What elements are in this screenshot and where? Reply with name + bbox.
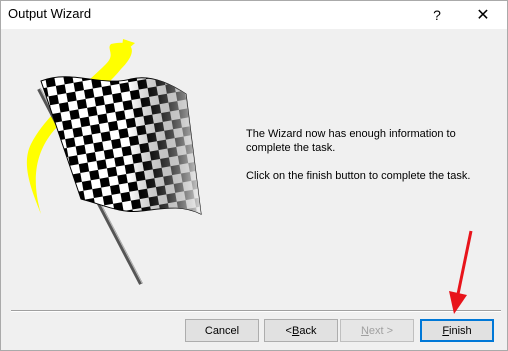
finish-label: inish — [449, 324, 472, 337]
back-button[interactable]: < Back — [264, 319, 338, 342]
next-label: ext > — [368, 324, 394, 337]
back-key: B — [291, 324, 300, 337]
title-bar: Output Wizard ? ✕ — [1, 1, 507, 29]
finish-button[interactable]: Finish — [420, 319, 494, 342]
completion-message: The Wizard now has enough information to… — [246, 127, 486, 183]
next-key: N — [360, 324, 369, 337]
separator — [11, 310, 501, 312]
message-line-2: Click on the finish button to complete t… — [246, 170, 471, 182]
red-arrow-annotation-icon — [449, 230, 473, 314]
finish-key: F — [442, 324, 450, 337]
message-line-1: The Wizard now has enough information to… — [246, 128, 456, 154]
cancel-label: Cancel — [204, 324, 240, 337]
close-button[interactable]: ✕ — [465, 1, 501, 29]
cancel-button[interactable]: Cancel — [185, 319, 259, 342]
window-title: Output Wizard — [8, 6, 92, 21]
help-button[interactable]: ? — [419, 1, 455, 29]
output-wizard-window: Output Wizard ? ✕ The Wizard now has eno… — [0, 0, 508, 351]
next-button[interactable]: Next > — [340, 319, 414, 342]
back-label: ack — [299, 324, 317, 337]
checkered-flag-icon — [26, 39, 202, 285]
